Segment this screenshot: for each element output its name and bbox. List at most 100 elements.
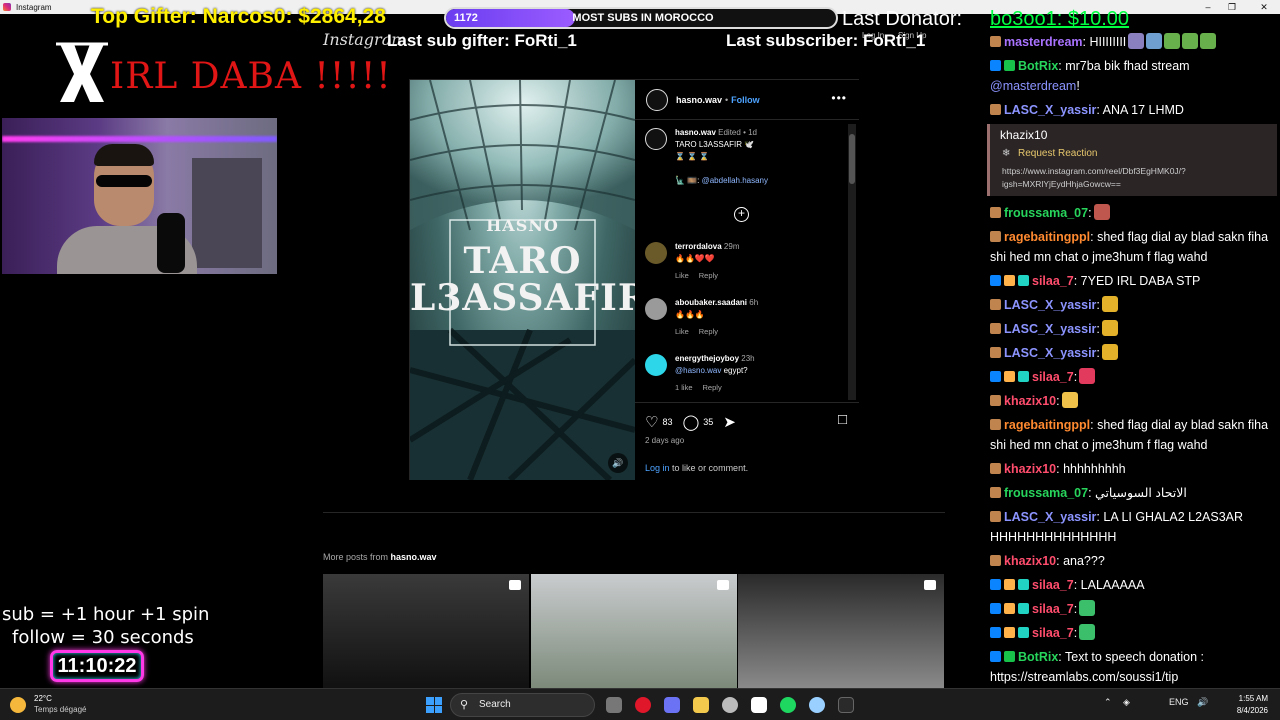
- opera-icon[interactable]: [635, 697, 651, 713]
- chat-username[interactable]: LASC_X_yassir: [1004, 298, 1096, 312]
- chat-username[interactable]: khazix10: [1004, 554, 1056, 568]
- obs-icon[interactable]: [722, 697, 738, 713]
- caption-credit-link[interactable]: @abdellah.hasany: [702, 176, 768, 185]
- more-posts-prefix: More posts from: [323, 552, 389, 562]
- comment-like-count[interactable]: 1 like: [675, 383, 693, 392]
- chat-text: : 7YED IRL DABA STP: [1073, 274, 1201, 288]
- chat-username[interactable]: ragebaitingppl: [1004, 230, 1090, 244]
- chat-username[interactable]: silaa_7: [1032, 626, 1074, 640]
- reply-button[interactable]: Reply: [699, 327, 718, 336]
- chat-message: masterdream: HIIIIIIII: [990, 32, 1275, 52]
- comment-item: energythejoyboy 23h @hasno.wav egypt? 1 …: [645, 353, 845, 394]
- more-post-thumbnail[interactable]: [738, 574, 944, 688]
- video-title-line2: L3ASSAFIR: [410, 277, 635, 319]
- commenter-avatar[interactable]: [645, 354, 667, 376]
- terminal-icon[interactable]: [838, 697, 854, 713]
- minimize-icon[interactable]: –: [1196, 0, 1220, 14]
- post-header: hasno.wav • Follow •••: [635, 80, 859, 120]
- windows-taskbar: 22°C Temps dégagé ⚲ Search ⌃ ◈ ENG 🔊 1:55…: [0, 688, 1280, 720]
- chat-username[interactable]: BotRix: [1018, 650, 1058, 664]
- caption-line1: TARO L3ASSAFIR 🕊️: [675, 140, 755, 149]
- skull-badge-icon: [1004, 275, 1015, 286]
- reply-button[interactable]: Reply: [699, 271, 718, 280]
- like-comment-button[interactable]: Like: [675, 327, 689, 336]
- chat-message: LASC_X_yassir: ANA 17 LHMD: [990, 100, 1275, 120]
- capcut-icon[interactable]: [751, 697, 767, 713]
- load-more-icon[interactable]: +: [734, 207, 749, 222]
- chat-username[interactable]: silaa_7: [1032, 274, 1074, 288]
- commenter-avatar[interactable]: [645, 298, 667, 320]
- more-options-icon[interactable]: •••: [831, 91, 847, 105]
- taskbar-search[interactable]: ⚲ Search: [450, 693, 595, 717]
- bookmark-icon[interactable]: □: [838, 411, 847, 428]
- search-label: Search: [479, 699, 511, 710]
- chat-username[interactable]: BotRix: [1018, 59, 1058, 73]
- chat-username[interactable]: ragebaitingppl: [1004, 418, 1090, 432]
- emote-icon: [1093, 204, 1110, 220]
- reel-icon: [924, 580, 936, 590]
- chat-username[interactable]: froussama_07: [1004, 206, 1088, 220]
- scrollbar-thumb[interactable]: [849, 134, 855, 184]
- caption-user[interactable]: hasno.wav: [675, 128, 716, 137]
- file-explorer-icon[interactable]: [693, 697, 709, 713]
- chat-panel[interactable]: masterdream: HIIIIIIII BotRix: mr7ba bik …: [985, 32, 1280, 688]
- reply-button[interactable]: Reply: [703, 383, 722, 392]
- comment-mention[interactable]: @hasno.wav: [675, 366, 721, 375]
- chat-username[interactable]: LASC_X_yassir: [1004, 510, 1096, 524]
- more-post-thumbnail[interactable]: [323, 574, 529, 688]
- chat-username[interactable]: LASC_X_yassir: [1004, 103, 1096, 117]
- post-video[interactable]: HASNO TARO L3ASSAFIR 🔊: [410, 80, 635, 480]
- app-icon[interactable]: [809, 697, 825, 713]
- wifi-icon[interactable]: ◈: [1123, 697, 1130, 708]
- redeem-user[interactable]: khazix10: [1000, 128, 1047, 142]
- chat-mention[interactable]: @masterdream: [990, 79, 1076, 93]
- comment-user[interactable]: aboubaker.saadani: [675, 298, 747, 307]
- spotify-icon[interactable]: [780, 697, 796, 713]
- chat-text: :: [1096, 346, 1100, 360]
- tray-chevron-icon[interactable]: ⌃: [1104, 697, 1112, 708]
- sound-icon[interactable]: 🔊: [608, 453, 628, 473]
- chat-username[interactable]: masterdream: [1004, 35, 1083, 49]
- more-post-thumbnail[interactable]: [531, 574, 737, 688]
- chat-username[interactable]: silaa_7: [1032, 370, 1074, 384]
- author-avatar[interactable]: [646, 88, 668, 111]
- redeem-url[interactable]: https://www.instagram.com/reel/Dbf3EgHMK…: [1002, 165, 1277, 191]
- task-view-icon[interactable]: [606, 697, 622, 713]
- weather-temp: 22°C: [34, 694, 52, 703]
- chat-username[interactable]: khazix10: [1004, 394, 1056, 408]
- chat-username[interactable]: silaa_7: [1032, 578, 1074, 592]
- gift-badge-icon: [1018, 579, 1029, 590]
- commenter-avatar[interactable]: [645, 242, 667, 264]
- share-icon[interactable]: ➤: [723, 413, 736, 431]
- caption-avatar[interactable]: [645, 128, 667, 150]
- login-to-comment-link[interactable]: Log in: [645, 463, 670, 473]
- author-username[interactable]: hasno.wav: [676, 95, 722, 105]
- more-posts-user[interactable]: hasno.wav: [391, 552, 437, 562]
- comments-list[interactable]: hasno.wav Edited • 1d TARO L3ASSAFIR 🕊️ …: [635, 121, 857, 402]
- follow-button[interactable]: Follow: [731, 95, 760, 105]
- chat-username[interactable]: LASC_X_yassir: [1004, 322, 1096, 336]
- chat-username[interactable]: froussama_07: [1004, 486, 1088, 500]
- like-comment-button[interactable]: Like: [675, 271, 689, 280]
- discord-icon[interactable]: [664, 697, 680, 713]
- maximize-icon[interactable]: ❐: [1220, 0, 1244, 14]
- comment-icon[interactable]: ◯: [682, 413, 699, 431]
- comment-user[interactable]: terrordalova: [675, 242, 722, 251]
- chat-username[interactable]: LASC_X_yassir: [1004, 346, 1096, 360]
- caption: hasno.wav Edited • 1d TARO L3ASSAFIR 🕊️ …: [645, 127, 845, 187]
- emote-icon: [1079, 600, 1096, 616]
- chat-username[interactable]: khazix10: [1004, 462, 1056, 476]
- check-badge-icon: [1004, 651, 1015, 662]
- comments-scrollbar[interactable]: [848, 124, 856, 400]
- close-icon[interactable]: ✕: [1252, 0, 1276, 14]
- pin-badge-icon: [990, 323, 1001, 334]
- volume-icon[interactable]: 🔊: [1197, 697, 1208, 708]
- comment-text: egypt?: [723, 366, 748, 375]
- system-clock[interactable]: 1:55 AM 8/4/2026: [1224, 693, 1268, 717]
- chat-username[interactable]: silaa_7: [1032, 602, 1074, 616]
- language-indicator[interactable]: ENG: [1169, 697, 1189, 707]
- comment-age: 23h: [741, 354, 755, 363]
- windows-start-icon[interactable]: [426, 697, 442, 713]
- heart-icon[interactable]: ♡: [645, 413, 658, 431]
- comment-user[interactable]: energythejoyboy: [675, 354, 739, 363]
